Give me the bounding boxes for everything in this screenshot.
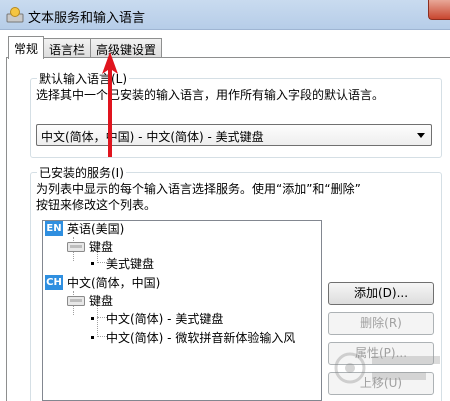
close-button[interactable] — [428, 0, 450, 20]
tree-item-chinese-simplified[interactable]: CH 中文(简体，中国) — [45, 275, 160, 291]
tree-item-label: 中文(简体，中国) — [67, 276, 161, 290]
tree-item-en-keyboard[interactable]: 键盘 — [67, 239, 113, 255]
remove-button[interactable]: 删除(R) — [328, 312, 434, 335]
installed-services-legend: 已安装的服务(I) — [37, 164, 126, 181]
bullet-icon — [91, 335, 94, 339]
keyboard-icon — [67, 296, 85, 306]
watermark-logo — [334, 352, 440, 384]
tab-language-bar[interactable]: 语言栏 — [43, 38, 92, 58]
tree-item-label: 美式键盘 — [106, 257, 155, 271]
tab-advanced-key-settings[interactable]: 高级键设置 — [90, 38, 163, 58]
tree-item-label: 键盘 — [89, 294, 114, 308]
tree-item-label: 键盘 — [89, 240, 114, 254]
default-language-description: 选择其中一个已安装的输入语言，用作所有输入字段的默认语言。 — [36, 88, 385, 102]
tab-bar: 常规 语言栏 高级键设置 — [8, 36, 163, 59]
tree-item-label: 中文(简体) - 微软拼音新体验输入风 — [106, 331, 296, 345]
window-title: 文本服务和输入语言 — [28, 11, 146, 26]
tab-general[interactable]: 常规 — [8, 36, 45, 59]
language-badge: CH — [45, 275, 63, 290]
tree-item-ch-layout-us[interactable]: 中文(简体) - 美式键盘 — [91, 311, 223, 327]
chevron-down-icon — [417, 133, 425, 138]
keyboard-icon — [67, 242, 85, 252]
bullet-icon — [91, 261, 94, 265]
installed-services-tree[interactable]: EN 英语(美国) 键盘 美式键盘 CH 中文(简体，中国) 键盘 中文(简体) -… — [42, 220, 322, 401]
tree-item-en-layout[interactable]: 美式键盘 — [91, 256, 154, 272]
bullet-icon — [91, 316, 94, 320]
default-language-selected: 中文(简体，中国) - 中文(简体) - 美式键盘 — [41, 130, 264, 144]
tree-item-ch-keyboard[interactable]: 键盘 — [67, 293, 113, 309]
tree-item-label: 中文(简体) - 美式键盘 — [106, 312, 224, 326]
tree-item-english-us[interactable]: EN 英语(美国) — [45, 221, 124, 237]
tree-item-ch-layout-pinyin[interactable]: 中文(简体) - 微软拼音新体验输入风 — [91, 330, 295, 346]
title-bar: 文本服务和输入语言 — [0, 0, 450, 30]
default-language-select[interactable]: 中文(简体，中国) - 中文(简体) - 美式键盘 — [36, 124, 432, 146]
add-button[interactable]: 添加(D)... — [328, 282, 434, 305]
text-services-app-icon — [6, 7, 24, 23]
language-badge: EN — [45, 221, 63, 236]
tree-item-label: 英语(美国) — [67, 222, 125, 236]
installed-services-description-1: 为列表中显示的每个输入语言选择服务。使用“添加”和“删除” — [36, 182, 361, 196]
red-annotation-arrow — [102, 52, 118, 157]
installed-services-description-2: 按钮来修改这个列表。 — [36, 198, 157, 212]
